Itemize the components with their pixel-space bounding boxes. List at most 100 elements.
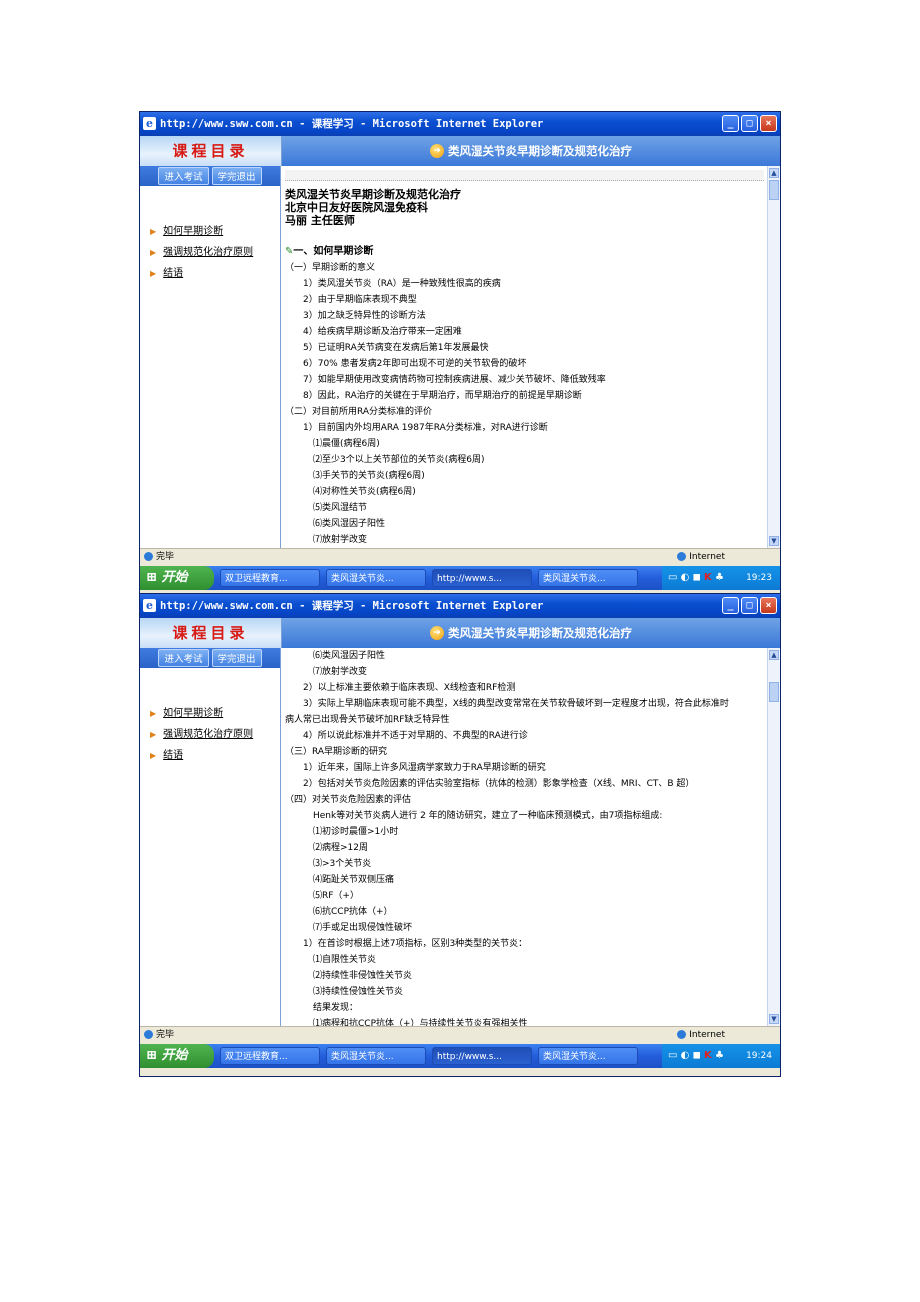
scroll-down-icon[interactable]: ▼ xyxy=(769,536,779,546)
scroll-down-icon[interactable]: ▼ xyxy=(769,1014,779,1024)
triangle-icon: ▶ xyxy=(150,227,157,236)
content-line: ⑴自限性关节炎 xyxy=(313,955,377,965)
taskbar-item[interactable]: 类风湿关节炎... xyxy=(326,1047,426,1065)
clock: 19:23 xyxy=(746,573,772,583)
content-line: ⑶持续性侵蚀性关节炎 xyxy=(313,987,404,997)
close-button[interactable]: × xyxy=(760,597,777,614)
content-line: 2）包括对关节炎危险因素的评估实验室指标（抗体的检测）影象学检查（X线、MRI、… xyxy=(303,779,695,789)
nav-item-early-diagnosis[interactable]: ▶ 如何早期诊断 xyxy=(150,704,253,719)
taskbar-item[interactable]: http://www.s... xyxy=(432,569,532,587)
content-line: ⑹抗CCP抗体（+） xyxy=(313,907,393,917)
content-line: ⑵病程>12周 xyxy=(313,843,368,853)
start-button[interactable]: ⊞ 开始 xyxy=(140,1044,214,1068)
triangle-icon: ▶ xyxy=(150,269,157,278)
scroll-up-icon[interactable]: ▲ xyxy=(769,168,779,178)
start-button[interactable]: ⊞ 开始 xyxy=(140,566,214,590)
course-heading: ➜ 类风湿关节炎早期诊断及规范化治疗 xyxy=(282,136,780,166)
window-title: http://www.sww.com.cn - 课程学习 - Microsoft… xyxy=(160,118,544,130)
enter-exam-button[interactable]: 进入考试 xyxy=(158,167,209,185)
content-line: 2）以上标准主要依赖于临床表现、X线检查和RF检测 xyxy=(303,683,516,693)
triangle-icon: ▶ xyxy=(150,751,157,760)
content-line: 1）在首诊时根据上述7项指标，区别3种类型的关节炎： xyxy=(303,939,528,949)
status-bar: 完毕 Internet xyxy=(140,548,780,566)
taskbar-item[interactable]: http://www.s... xyxy=(432,1047,532,1065)
content-line: ⑺手或足出现侵蚀性破坏 xyxy=(313,923,413,933)
content-line: （三）RA早期诊断的研究 xyxy=(285,747,388,757)
taskbar: ⊞ 开始 双卫远程教育... 类风湿关节炎... http://www.s...… xyxy=(140,1044,780,1068)
windows-flag-icon: ⊞ xyxy=(146,1048,157,1063)
content-line: 7）如能早期使用改变病情药物可控制疾病进展、减少关节破坏、降低致残率 xyxy=(303,375,606,385)
minimize-button[interactable]: _ xyxy=(722,597,739,614)
nav-item-conclusion[interactable]: ▶ 结语 xyxy=(150,264,253,279)
taskbar-item[interactable]: 双卫远程教育... xyxy=(220,1047,320,1065)
content-line: ⑴病程和抗CCP抗体（+）与持续性关节炎有强相关性 xyxy=(313,1019,528,1026)
content-line: ⑺放射学改变 xyxy=(313,535,368,545)
content-line: 3）实际上早期临床表现可能不典型，X线的典型改变常常在关节软骨破坏到一定程度才出… xyxy=(303,699,729,709)
content-line: 3）加之缺乏特异性的诊断方法 xyxy=(303,311,426,321)
sidebar: 进入考试 学完退出 ▶ 如何早期诊断 ▶ 强调规范化治疗原则 ▶ 结语 xyxy=(140,648,281,1026)
content-line: ⑵持续性非侵蚀性关节炎 xyxy=(313,971,413,981)
close-button[interactable]: × xyxy=(760,115,777,132)
status-text: 完毕 xyxy=(144,549,174,566)
content-top-rule xyxy=(285,170,764,181)
content-line: 8）因此，RA治疗的关键在于早期治疗，而早期治疗的前提是早期诊断 xyxy=(303,391,582,401)
menu-heading: 课程目录 xyxy=(140,136,282,166)
nav-item-treatment-principles[interactable]: ▶ 强调规范化治疗原则 xyxy=(150,725,253,740)
arrow-circle-icon: ➜ xyxy=(430,144,444,158)
content-line: （二）对目前所用RA分类标准的评价 xyxy=(285,407,433,417)
enter-exam-button[interactable]: 进入考试 xyxy=(158,649,209,667)
content-line: ⑸RF（+） xyxy=(313,891,359,901)
tray-icons[interactable]: ▭ ◐ ◼ K ♣ xyxy=(668,566,724,590)
scroll-thumb[interactable] xyxy=(769,682,779,702)
content-line: ⑹类风湿因子阳性 xyxy=(313,519,386,529)
window-titlebar[interactable]: e http://www.sww.com.cn - 课程学习 - Microso… xyxy=(140,594,780,618)
content-line: 6）70% 患者发病2年即可出现不可逆的关节软骨的破坏 xyxy=(303,359,527,369)
triangle-icon: ▶ xyxy=(150,709,157,718)
finish-exit-button[interactable]: 学完退出 xyxy=(211,167,262,185)
content-line: 结果发现： xyxy=(313,1003,359,1013)
page-icon xyxy=(144,1030,153,1039)
course-heading: ➜ 类风湿关节炎早期诊断及规范化治疗 xyxy=(282,618,780,648)
ie-icon: e xyxy=(143,117,156,130)
scroll-up-icon[interactable]: ▲ xyxy=(769,650,779,660)
content-line: 1）目前国内外均用ARA 1987年RA分类标准，对RA进行诊断 xyxy=(303,423,548,433)
maximize-button[interactable]: □ xyxy=(741,597,758,614)
sidebar: 进入考试 学完退出 ▶ 如何早期诊断 ▶ 强调规范化治疗原则 ▶ 结语 xyxy=(140,166,281,548)
vertical-scrollbar[interactable]: ▲ ▼ xyxy=(767,648,780,1026)
triangle-icon: ▶ xyxy=(150,730,157,739)
vertical-scrollbar[interactable]: ▲ ▼ xyxy=(767,166,780,548)
content-line: ⑶>3个关节炎 xyxy=(313,859,372,869)
taskbar-item[interactable]: 类风湿关节炎... xyxy=(326,569,426,587)
content-line: ⑵至少3个以上关节部位的关节炎(病程6周) xyxy=(313,455,485,465)
ie-icon: e xyxy=(143,599,156,612)
zone-indicator: Internet xyxy=(677,549,725,566)
menu-heading: 课程目录 xyxy=(140,618,282,648)
taskbar-item[interactable]: 双卫远程教育... xyxy=(220,569,320,587)
doc-author: 马丽 主任医师 xyxy=(285,214,355,227)
ie-window-1: e http://www.sww.com.cn - 课程学习 - Microso… xyxy=(139,111,781,599)
minimize-button[interactable]: _ xyxy=(722,115,739,132)
doc-title: 类风湿关节炎早期诊断及规范化治疗 xyxy=(285,188,461,201)
nav-item-conclusion[interactable]: ▶ 结语 xyxy=(150,746,253,761)
clock: 19:24 xyxy=(746,1051,772,1061)
arrow-circle-icon: ➜ xyxy=(430,626,444,640)
taskbar-item[interactable]: 类风湿关节炎... xyxy=(538,569,638,587)
content-line: 5）已证明RA关节病变在发病后第1年发展最快 xyxy=(303,343,489,353)
nav-item-early-diagnosis[interactable]: ▶ 如何早期诊断 xyxy=(150,222,253,237)
content-line: ⑴晨僵(病程6周) xyxy=(313,439,380,449)
scroll-thumb[interactable] xyxy=(769,180,779,200)
finish-exit-button[interactable]: 学完退出 xyxy=(211,649,262,667)
content-line: 4）所以说此标准并不适于对早期的、不典型的RA进行诊 xyxy=(303,731,528,741)
window-title: http://www.sww.com.cn - 课程学习 - Microsoft… xyxy=(160,600,544,612)
system-tray: ▭ ◐ ◼ K ♣ 19:23 xyxy=(662,566,780,590)
window-titlebar[interactable]: e http://www.sww.com.cn - 课程学习 - Microso… xyxy=(140,112,780,136)
content-line: ⑺放射学改变 xyxy=(313,667,368,677)
course-title: 类风湿关节炎早期诊断及规范化治疗 xyxy=(448,144,632,158)
nav-item-treatment-principles[interactable]: ▶ 强调规范化治疗原则 xyxy=(150,243,253,258)
maximize-button[interactable]: □ xyxy=(741,115,758,132)
content-line: 1）近年来，国际上许多风湿病学家致力于RA早期诊断的研究 xyxy=(303,763,546,773)
taskbar-item[interactable]: 类风湿关节炎... xyxy=(538,1047,638,1065)
content-line: Henk等对关节炎病人进行 2 年的随访研究，建立了一种临床预测模式，由7项指标… xyxy=(313,811,663,821)
tray-icons[interactable]: ▭ ◐ ◼ K ♣ xyxy=(668,1044,724,1068)
section-heading: ✎一、如何早期诊断 xyxy=(285,246,374,257)
